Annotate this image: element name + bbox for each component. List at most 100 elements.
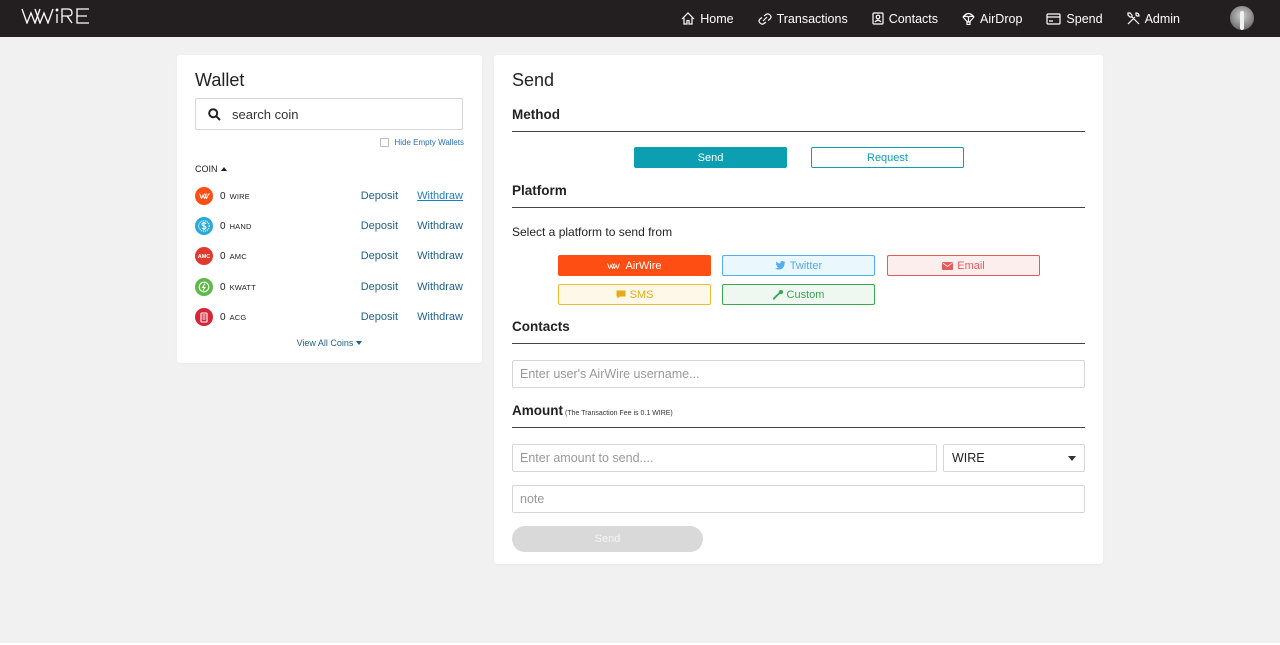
chat-bubble-icon: [616, 290, 626, 299]
coin-row-wire: 0 WIRE Deposit Withdraw: [195, 186, 463, 206]
wrench-icon: [772, 289, 783, 300]
coin-amount: 0: [220, 311, 226, 323]
main-nav: Home Transactions Contacts AirDrop Spend…: [657, 0, 1180, 37]
coin-row-hand: 0 HAND Deposit Withdraw: [195, 216, 463, 236]
hand-coin-icon: [195, 217, 213, 235]
tools-icon: [1126, 12, 1140, 25]
note-input[interactable]: [513, 492, 1084, 506]
platform-divider: [512, 207, 1085, 208]
svg-text:AMC: AMC: [198, 254, 211, 260]
deposit-link-kwatt[interactable]: Deposit: [361, 281, 398, 293]
user-avatar[interactable]: [1230, 6, 1254, 30]
credit-card-icon: [1046, 12, 1062, 25]
kwatt-coin-icon: [195, 278, 213, 296]
hide-empty-wallets[interactable]: Hide Empty Wallets: [379, 138, 464, 147]
nav-contacts-label: Contacts: [888, 11, 939, 26]
wire-logo[interactable]: [21, 8, 91, 24]
coin-symbol: HAND: [229, 221, 252, 231]
coin-amount: 0: [220, 250, 226, 262]
wallet-title: Wallet: [195, 70, 245, 90]
twitter-icon: [774, 261, 786, 270]
coin-row-acg: 0 ACG Deposit Withdraw: [195, 307, 463, 327]
nav-airdrop[interactable]: AirDrop: [962, 12, 1022, 26]
hide-empty-checkbox[interactable]: [379, 138, 389, 147]
coin-symbol: ACG: [229, 312, 247, 322]
nav-admin-label: Admin: [1144, 11, 1180, 26]
amount-input[interactable]: [513, 451, 936, 465]
platform-custom-button[interactable]: Custom: [722, 284, 875, 305]
nav-home-label: Home: [700, 11, 734, 26]
send-title: Send: [512, 70, 555, 90]
coin-search-input[interactable]: [232, 106, 432, 122]
coin-search-box[interactable]: [195, 98, 463, 130]
send-panel: Send Method Send Request Platform Select…: [494, 55, 1103, 564]
wallet-panel: Wallet Hide Empty Wallets COIN 0 WIRE De…: [177, 55, 482, 363]
coin-select[interactable]: WIRE: [943, 444, 1085, 472]
platform-airwire-label: AirWire: [625, 259, 662, 272]
envelope-icon: [942, 261, 954, 270]
amc-coin-icon: AMC: [195, 247, 213, 265]
nav-admin[interactable]: Admin: [1126, 11, 1180, 26]
view-all-coins-link[interactable]: View All Coins: [177, 338, 482, 348]
contact-card-icon: [872, 12, 884, 25]
nav-transactions[interactable]: Transactions: [757, 11, 848, 26]
coin-amount: 0: [220, 190, 226, 202]
platform-custom-label: Custom: [786, 288, 825, 301]
platform-email-button[interactable]: Email: [887, 255, 1040, 276]
submit-send-button[interactable]: Send: [512, 526, 703, 552]
home-icon: [681, 12, 695, 25]
coin-header-label: COIN: [195, 164, 218, 174]
withdraw-link-acg[interactable]: Withdraw: [417, 311, 463, 323]
nav-transactions-label: Transactions: [776, 11, 848, 26]
nav-home[interactable]: Home: [681, 11, 734, 26]
withdraw-link-wire[interactable]: Withdraw: [417, 190, 463, 202]
contacts-section-title: Contacts: [512, 319, 570, 334]
platform-prompt: Select a platform to send from: [512, 225, 673, 239]
deposit-link-hand[interactable]: Deposit: [361, 220, 398, 232]
platform-section-title: Platform: [512, 183, 567, 198]
parachute-icon: [962, 12, 975, 25]
sort-ascending-icon: [220, 167, 227, 171]
platform-sms-button[interactable]: SMS: [558, 284, 711, 305]
amount-section-title: Amount (The Transaction Fee is 0.1 WIRE): [512, 403, 673, 418]
nav-airdrop-label: AirDrop: [980, 11, 1023, 26]
coin-row-kwatt: 0 KWATT Deposit Withdraw: [195, 277, 463, 297]
withdraw-link-kwatt[interactable]: Withdraw: [417, 281, 463, 293]
method-section-title: Method: [512, 107, 560, 122]
contacts-divider: [512, 343, 1085, 344]
platform-airwire-button[interactable]: AirWire: [558, 255, 711, 276]
method-send-button[interactable]: Send: [634, 147, 787, 168]
note-field[interactable]: [512, 485, 1085, 513]
coin-symbol: KWATT: [229, 282, 256, 292]
search-icon: [208, 107, 221, 121]
method-divider: [512, 131, 1085, 132]
amount-divider: [512, 427, 1085, 428]
deposit-link-wire[interactable]: Deposit: [361, 190, 398, 202]
nav-spend[interactable]: Spend: [1046, 12, 1103, 26]
platform-sms-label: SMS: [629, 288, 654, 301]
deposit-link-acg[interactable]: Deposit: [361, 311, 398, 323]
coin-symbol: AMC: [229, 251, 247, 261]
contact-username-input[interactable]: [513, 367, 1084, 381]
deposit-link-amc[interactable]: Deposit: [361, 250, 398, 262]
method-request-button[interactable]: Request: [811, 147, 964, 168]
top-navigation-bar: Home Transactions Contacts AirDrop Spend…: [0, 0, 1280, 37]
chevron-down-icon: [356, 341, 363, 345]
coin-symbol: WIRE: [229, 191, 250, 201]
view-all-label: View All Coins: [296, 338, 354, 348]
caret-down-icon: [1068, 455, 1076, 461]
coin-column-header[interactable]: COIN: [195, 164, 227, 174]
transaction-fee-note: (The Transaction Fee is 0.1 WIRE): [565, 410, 673, 417]
coin-select-value: WIRE: [952, 451, 985, 465]
link-icon: [757, 12, 772, 25]
nav-contacts[interactable]: Contacts: [872, 12, 938, 26]
withdraw-link-hand[interactable]: Withdraw: [417, 220, 463, 232]
withdraw-link-amc[interactable]: Withdraw: [417, 250, 463, 262]
platform-twitter-button[interactable]: Twitter: [722, 255, 875, 276]
amount-title-label: Amount: [512, 403, 563, 418]
wire-logo-icon: [607, 262, 621, 269]
contact-username-field[interactable]: [512, 360, 1085, 388]
amount-field[interactable]: [512, 444, 937, 472]
platform-twitter-label: Twitter: [789, 259, 823, 272]
wire-coin-icon: [195, 187, 213, 205]
